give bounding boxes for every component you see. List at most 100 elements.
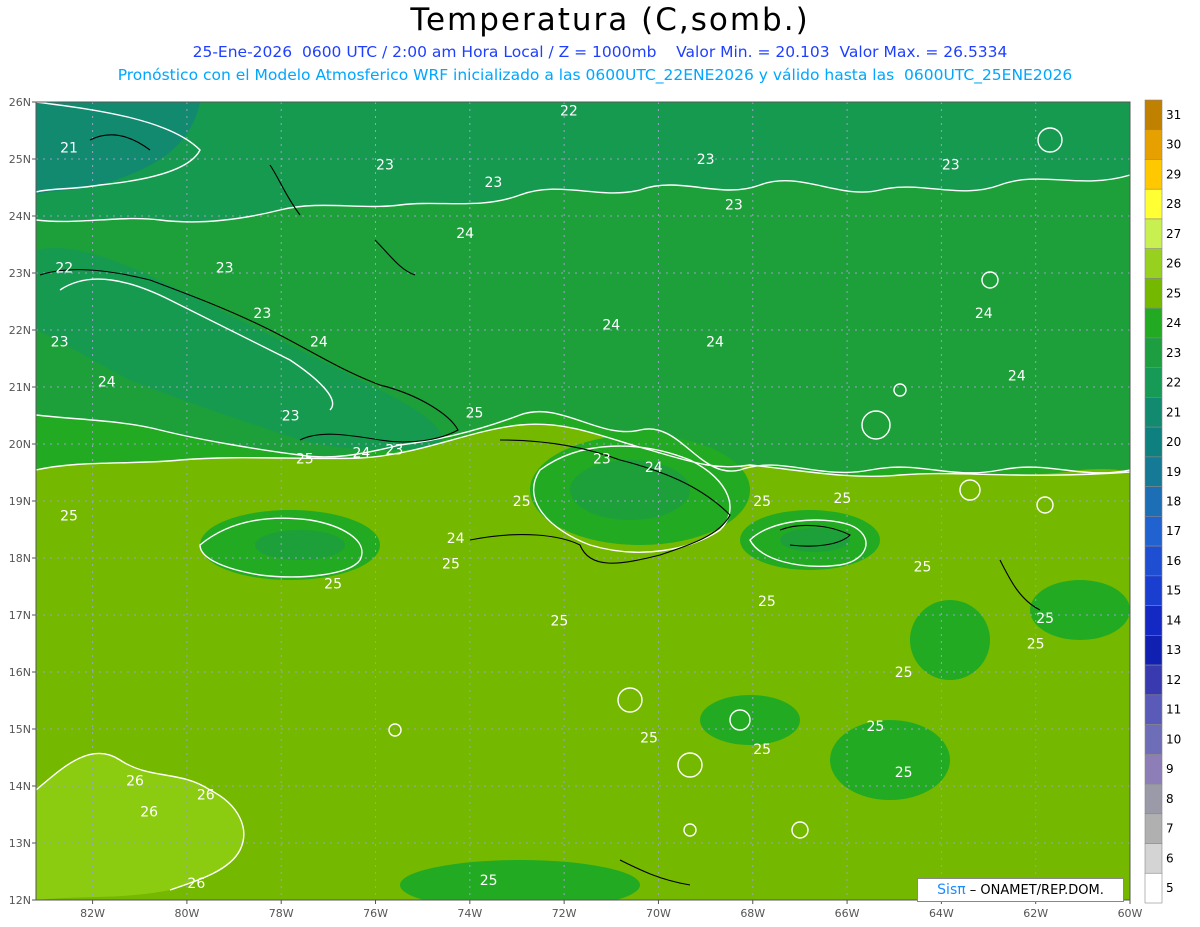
colorbar-label: 23: [1166, 346, 1181, 360]
contour-label: 25: [833, 491, 851, 507]
colorbar-label: 11: [1166, 703, 1181, 717]
colorbar-label: 14: [1166, 613, 1181, 627]
lon-tick-label: 60W: [1118, 907, 1143, 920]
contour-label: 23: [484, 175, 502, 191]
colorbar-label: 25: [1166, 286, 1181, 300]
contour-label: 22: [55, 260, 73, 276]
colorbar-swatch: [1144, 456, 1163, 487]
contour-label: 25: [1027, 637, 1045, 653]
lat-tick-label: 25N: [9, 153, 31, 166]
colorbar-label: 15: [1166, 584, 1181, 598]
lat-tick-label: 12N: [9, 894, 31, 907]
lon-tick-label: 62W: [1023, 907, 1048, 920]
lat-tick-label: 18N: [9, 552, 31, 565]
lat-tick-label: 24N: [9, 210, 31, 223]
contour-label: 23: [942, 158, 960, 174]
colorbar-label: 7: [1166, 822, 1174, 836]
lon-tick-label: 66W: [835, 907, 860, 920]
contour-label: 25: [866, 719, 884, 735]
colorbar-swatch: [1144, 337, 1163, 368]
colorbar-label: 12: [1166, 673, 1181, 687]
contour-label: 25: [640, 731, 658, 747]
lat-tick-label: 21N: [9, 381, 31, 394]
contour-label: 22: [560, 104, 578, 120]
colorbar-label: 19: [1166, 465, 1181, 479]
colorbar-swatch: [1144, 188, 1163, 220]
contour-label: 24: [310, 334, 328, 350]
contour-label: 25: [324, 577, 342, 593]
contour-label: 25: [895, 665, 913, 681]
lat-tick-label: 26N: [9, 96, 31, 109]
contour-label: 23: [385, 443, 403, 459]
contour-label: 25: [914, 560, 932, 576]
lat-tick-label: 17N: [9, 609, 31, 622]
lat-tick-label: 16N: [9, 666, 31, 679]
colorbar-label: 6: [1166, 851, 1174, 865]
contour-label: 21: [60, 141, 78, 157]
colorbar-label: 31: [1166, 108, 1181, 122]
contour-label: 23: [51, 334, 69, 350]
colorbar-label: 22: [1166, 376, 1181, 390]
contour-label: 25: [466, 406, 484, 422]
contour-label: 24: [975, 306, 993, 322]
contour-label: 26: [197, 788, 215, 804]
credit-box: Sisπ – ONAMET/REP.DOM.: [917, 878, 1124, 902]
colorbar-label: 28: [1166, 197, 1181, 211]
colorbar-swatch: [1144, 248, 1163, 279]
colorbar-swatch: [1144, 99, 1163, 131]
colorbar-label: 9: [1166, 762, 1174, 776]
contour-label: 23: [376, 158, 394, 174]
colorbar-label: 24: [1166, 316, 1181, 330]
contour-label: 25: [60, 508, 78, 524]
colorbar-swatch: [1144, 872, 1163, 904]
colorbar-swatch: [1144, 605, 1163, 636]
colorbar-label: 20: [1166, 435, 1181, 449]
contour-label: 25: [753, 494, 771, 510]
lon-tick-label: 68W: [740, 907, 765, 920]
contour-label: 24: [456, 226, 474, 242]
lat-tick-label: 15N: [9, 723, 31, 736]
contour-label: 26: [126, 773, 144, 789]
lat-tick-label: 23N: [9, 267, 31, 280]
colorbar-label: 30: [1166, 138, 1181, 152]
contour-label: 23: [697, 152, 715, 168]
contour-label: 23: [593, 451, 611, 467]
contour-label: 25: [758, 594, 776, 610]
contour-label: 23: [282, 409, 300, 425]
colorbar-swatch: [1144, 635, 1163, 666]
contour-label: 24: [645, 460, 663, 476]
temperature-map: 26N 25N 24N 23N 22N 21N 20N 19N 18N 17N 16N 15N 14N 1…: [9, 96, 1182, 920]
colorbar-label: 29: [1166, 167, 1181, 181]
colorbar-label: 26: [1166, 257, 1181, 271]
contour-label: 24: [602, 317, 620, 333]
contour-label: 24: [447, 531, 465, 547]
colorbar-swatch: [1144, 664, 1163, 696]
colorbar-label: 27: [1166, 227, 1181, 241]
lon-tick-label: 70W: [646, 907, 671, 920]
colorbar-swatch: [1144, 486, 1163, 517]
lon-tick-label: 82W: [80, 907, 105, 920]
contour-label: 25: [753, 742, 771, 758]
colorbar-swatch: [1144, 516, 1163, 547]
contour-label: 25: [895, 765, 913, 781]
colorbar-swatch: [1144, 783, 1163, 815]
colorbar-swatch: [1144, 218, 1163, 250]
colorbar-swatch: [1144, 575, 1163, 606]
colorbar-swatch: [1144, 278, 1163, 309]
colorbar-swatch: [1144, 545, 1163, 577]
contour-label: 24: [706, 334, 724, 350]
colorbar-swatch: [1144, 159, 1163, 190]
colorbar-label: 17: [1166, 524, 1181, 538]
contour-label: 25: [296, 451, 314, 467]
lon-tick-label: 74W: [457, 907, 482, 920]
colorbar-swatch: [1144, 307, 1163, 339]
colorbar-swatch: [1144, 129, 1163, 160]
contour-label: 26: [187, 876, 205, 892]
colorbar-swatch: [1144, 843, 1163, 874]
lat-tick-label: 22N: [9, 324, 31, 337]
contour-label: 25: [551, 614, 569, 630]
contour-label: 24: [1008, 369, 1026, 385]
colorbar-swatch: [1144, 367, 1163, 398]
contour-label: 23: [725, 198, 743, 214]
colorbar-swatch: [1144, 694, 1163, 725]
